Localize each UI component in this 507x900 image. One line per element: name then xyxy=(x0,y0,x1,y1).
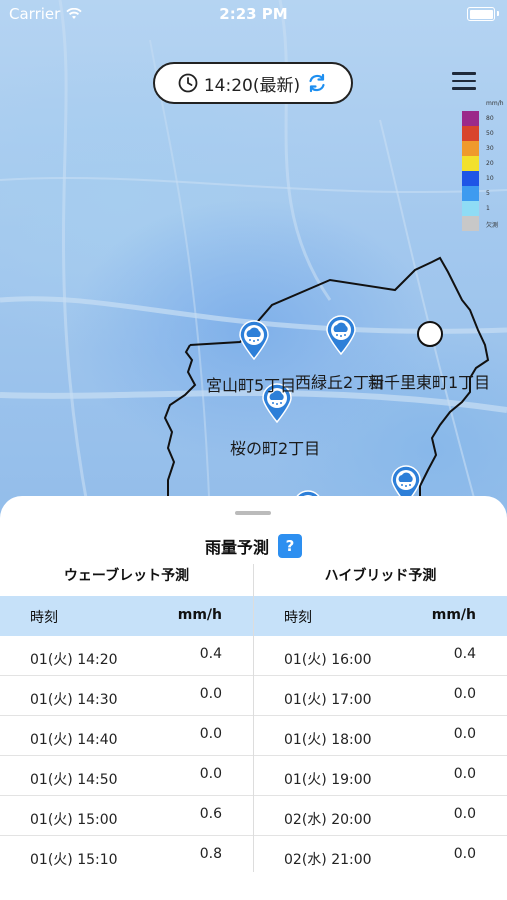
hybrid-forecast-table: ハイブリッド予測 時刻 mm/h 01(火) 16:00 0.4 01(火) 17… xyxy=(254,566,507,876)
clock-icon xyxy=(178,73,198,93)
legend-item: 20 xyxy=(462,156,504,171)
table-row: 02(水) 20:00 0.0 xyxy=(254,796,507,836)
sheet-title: 雨量予測 xyxy=(204,538,269,557)
header-value: mm/h xyxy=(431,607,476,623)
current-location-marker[interactable] xyxy=(417,321,443,347)
legend-item: 5 xyxy=(462,186,504,201)
table-row: 01(火) 19:00 0.0 xyxy=(254,756,507,796)
table-row: 01(火) 15:00 0.6 xyxy=(0,796,253,836)
table-row: 01(火) 14:20 0.4 xyxy=(0,636,253,676)
menu-icon[interactable] xyxy=(452,72,476,90)
legend-item: 30 xyxy=(462,141,504,156)
forecast-sheet: 雨量予測 ? ウェーブレット予測 時刻 mm/h 01(火) 14:20 0.4 … xyxy=(0,496,507,900)
legend-item: 欠測 xyxy=(462,216,504,231)
rain-cloud-icon xyxy=(239,320,269,361)
table-row: 01(火) 18:00 0.0 xyxy=(254,716,507,756)
rain-cloud-icon xyxy=(326,315,356,356)
table-row: 01(火) 14:50 0.0 xyxy=(0,756,253,796)
battery-icon xyxy=(467,7,499,21)
rain-marker-2[interactable] xyxy=(325,315,357,356)
legend-unit: mm/h xyxy=(486,100,504,107)
map-label-miyayamacho: 宮山町5丁目 xyxy=(206,376,297,395)
status-bar: Carrier 2:23 PM xyxy=(0,0,507,28)
wavelet-heading: ウェーブレット予測 xyxy=(63,568,190,584)
header-value: mm/h xyxy=(177,607,222,623)
table-row: 02(水) 21:00 0.0 xyxy=(284,846,476,868)
table-row: 01(火) 17:00 0.0 xyxy=(254,676,507,716)
status-time: 2:23 PM xyxy=(219,5,288,23)
table-row: 01(火) 15:10 0.8 xyxy=(30,846,222,868)
refresh-icon[interactable] xyxy=(306,72,328,94)
rain-marker-1[interactable] xyxy=(238,320,270,361)
table-header: 時刻 mm/h xyxy=(254,596,507,636)
legend-item: 50 xyxy=(462,126,504,141)
sheet-drag-handle[interactable] xyxy=(235,511,271,515)
hybrid-heading: ハイブリッド予測 xyxy=(324,568,437,584)
legend-item: 10 xyxy=(462,171,504,186)
wavelet-forecast-table: ウェーブレット予測 時刻 mm/h 01(火) 14:20 0.4 01(火) 1… xyxy=(0,566,253,876)
table-row: 01(火) 16:00 0.4 xyxy=(254,636,507,676)
table-row: 01(火) 14:40 0.0 xyxy=(0,716,253,756)
time-selector-label: 14:20(最新) xyxy=(203,75,301,96)
header-time: 時刻 xyxy=(30,610,58,626)
legend-item: 1 xyxy=(462,201,504,216)
map-label-sakuranocho: 桜の町2丁目 xyxy=(230,439,321,458)
legend-item: 80 xyxy=(462,111,504,126)
table-header: 時刻 mm/h xyxy=(0,596,253,636)
help-button[interactable]: ? xyxy=(278,534,302,558)
map-label-shinsenrihigashimachi: 新千里東町1丁目 xyxy=(368,373,491,392)
header-time: 時刻 xyxy=(284,610,312,626)
table-row: 01(火) 14:30 0.0 xyxy=(0,676,253,716)
time-selector-button[interactable]: 14:20(最新) xyxy=(153,62,353,104)
